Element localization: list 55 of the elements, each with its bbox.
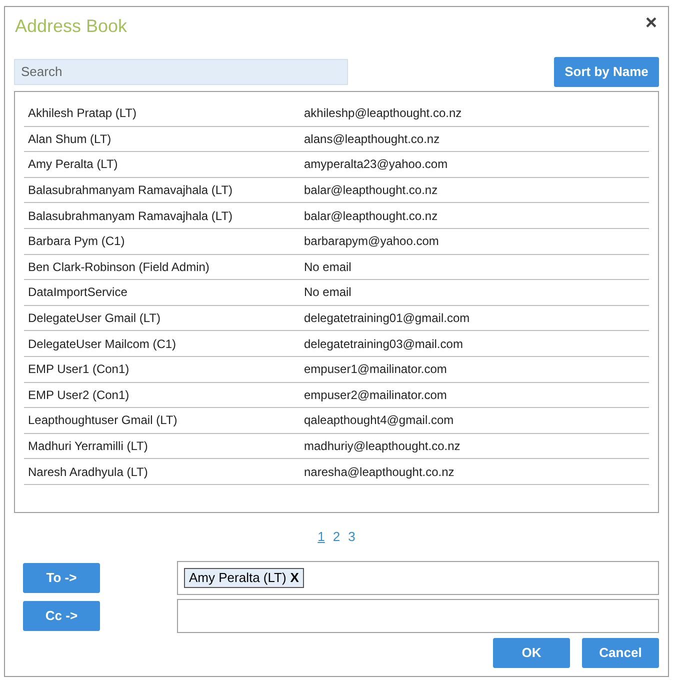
contact-email: empuser2@mailinator.com [304,386,447,404]
contact-row[interactable]: Barbara Pym (C1) barbarapym@yahoo.com [24,228,649,255]
contact-email: madhuriy@leapthought.co.nz [304,438,460,456]
contact-name: DelegateUser Gmail (LT) [27,310,162,328]
contact-email: balar@leapthought.co.nz [304,182,438,200]
remove-button[interactable]: X [290,568,299,588]
contact-name: Amy Peralta (LT) [27,156,119,174]
page-link[interactable]: 1 [318,527,325,547]
page-link[interactable]: 3 [348,527,356,547]
contact-email: No email [304,258,352,276]
contact-name: Balasubrahmanyam Ramavajhala (LT) [27,182,234,200]
contact-row[interactable]: Ben Clark-Robinson (Field Admin) No email [24,254,649,280]
contact-row[interactable]: DataImportService No email [24,280,649,306]
contact-email: barbarapym@yahoo.com [304,233,439,250]
contact-row[interactable]: DelegateUser Gmail (LT) delegatetraining01@gmail.com [24,306,649,332]
search-field[interactable]: Search [14,58,348,84]
contact-row[interactable]: Madhuri Yerramilli (LT) madhuriy@leapthought.co.nz [24,434,649,460]
contact-email: akhileshp@leapthought.co.nz [304,105,462,122]
contact-name: DataImportService [27,284,128,302]
contact-email: amyperalta23@yahoo.com [304,156,448,174]
contact-name: Madhuri Yerramilli (LT) [27,438,149,456]
contact-email: delegatetraining03@mail.com [304,336,463,353]
contact-name: Leapthoughtuser Gmail (LT) [27,412,178,430]
contact-row[interactable]: Alan Shum (LT) alans@leapthought.co.nz [24,126,649,152]
contact-row[interactable]: Balasubrahmanyam Ramavajhala (LT) balar@leapthought.co.nz [24,203,649,229]
contact-email: alans@leapthought.co.nz [304,130,440,148]
contact-name: Ben Clark-Robinson (Field Admin) [27,258,210,276]
contact-name: Akhilesh Pratap (LT) [27,105,138,122]
window-title: Address Book [15,15,128,38]
contact-row[interactable]: Leapthoughtuser Gmail (LT) qaleapthought4@gmail.com [24,408,649,434]
chip-label: Amy Peralta (LT) [189,569,286,588]
contact-email: empuser1@mailinator.com [304,361,447,378]
contact-name: Barbara Pym (C1) [27,233,126,250]
contact-email: delegatetraining01@gmail.com [304,310,470,328]
contact-email: No email [304,284,352,302]
contact-row[interactable]: Amy Peralta (LT) amyperalta23@yahoo.com [24,152,649,178]
contact-name: EMP User1 (Con1) [27,361,130,378]
close-button[interactable]: × [645,13,657,33]
contact-name: Naresh Aradhyula (LT) [27,464,149,481]
contact-name: Alan Shum (LT) [27,130,112,148]
contact-row[interactable]: EMP User1 (Con1) empuser1@mailinator.com [24,356,649,383]
page-link[interactable]: 2 [332,527,340,547]
contact-name: EMP User2 (Con1) [27,386,130,404]
contact-row[interactable]: EMP User2 (Con1) empuser2@mailinator.com [24,382,649,408]
recipient-field[interactable] [177,599,659,633]
contact-row[interactable]: Balasubrahmanyam Ramavajhala (LT) balar@leapthought.co.nz [24,178,649,204]
contact-name: DelegateUser Mailcom (C1) [27,336,178,353]
contact-row[interactable]: Naresh Aradhyula (LT) naresha@leapthought.co.nz [24,459,649,485]
contact-email: qaleapthought4@gmail.com [304,412,454,430]
contact-email: balar@leapthought.co.nz [304,208,438,225]
contact-email: naresha@leapthought.co.nz [304,464,454,481]
contact-name: Balasubrahmanyam Ramavajhala (LT) [27,208,234,225]
recipient-field[interactable]: Amy Peralta (LT) X [177,561,659,595]
contact-row[interactable]: Akhilesh Pratap (LT) akhileshp@leapthought.co.nz [24,101,649,127]
contact-row[interactable]: DelegateUser Mailcom (C1) delegatetraining03@mail.com [24,331,649,357]
